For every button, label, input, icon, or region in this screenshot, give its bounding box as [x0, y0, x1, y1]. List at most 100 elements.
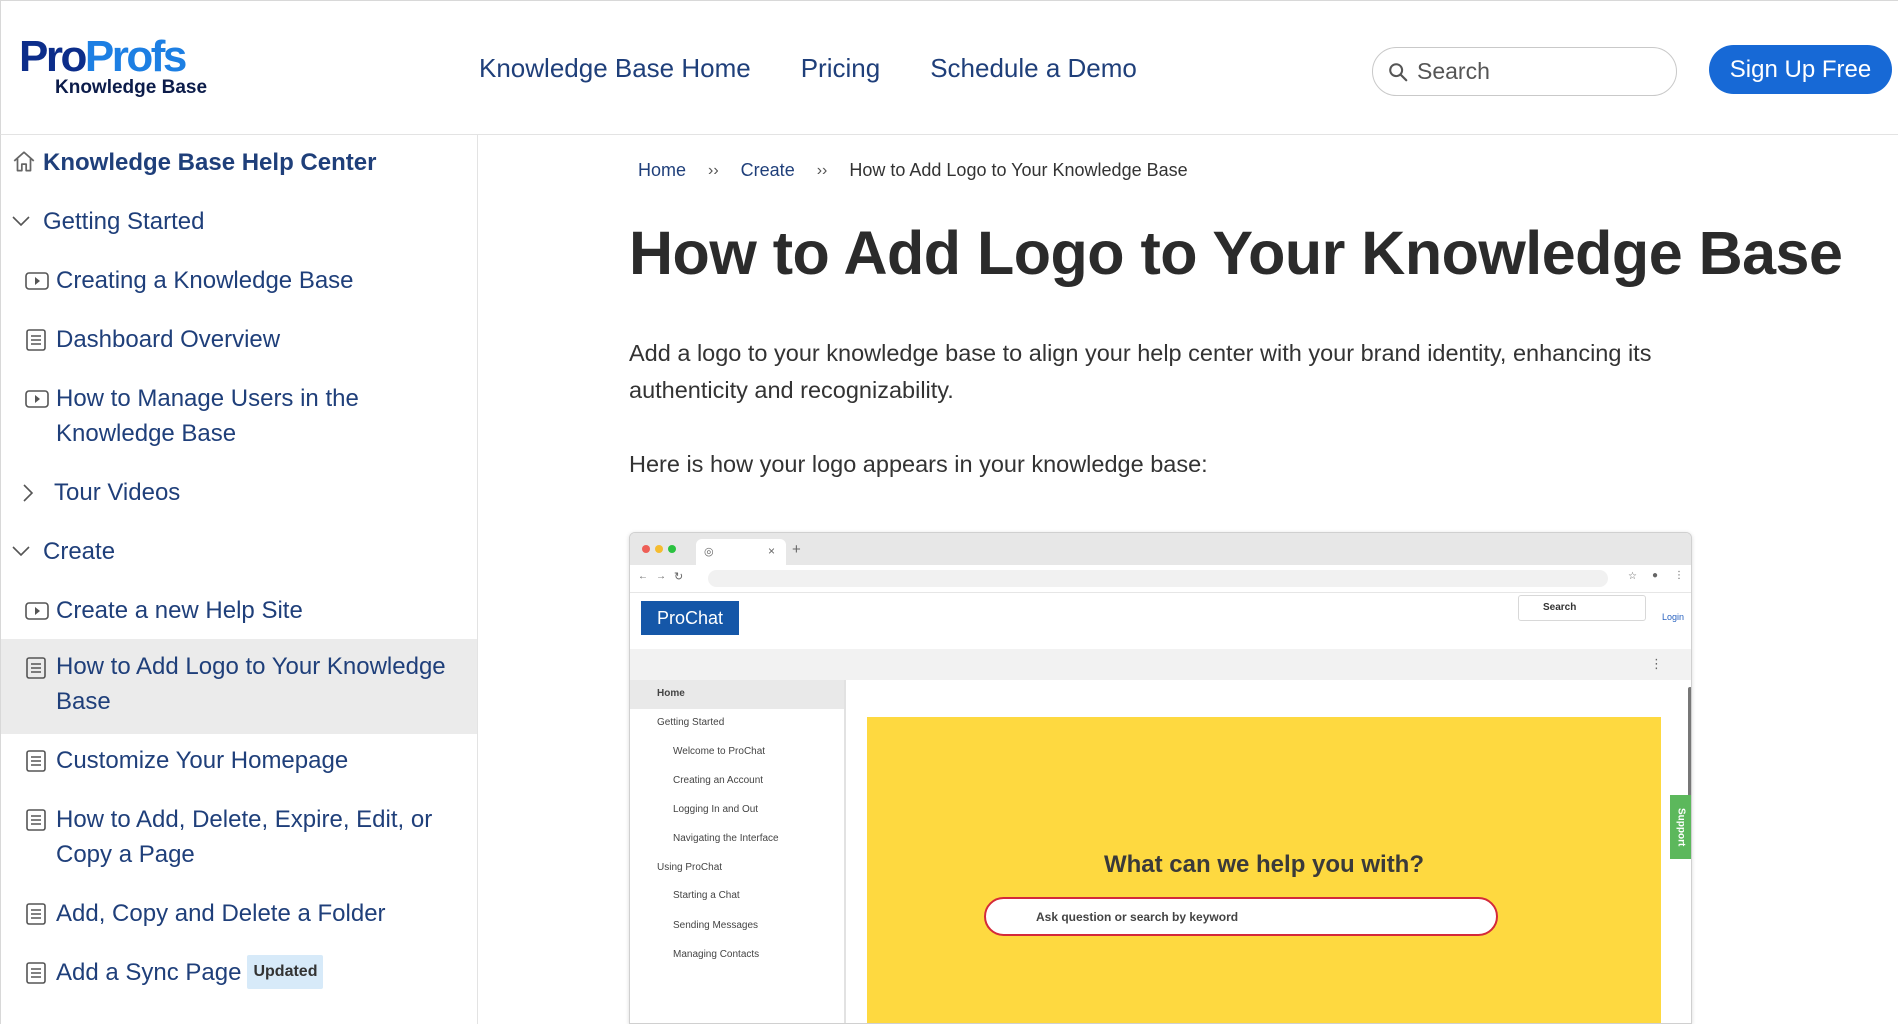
chevron-right-icon [23, 484, 34, 502]
back-arrow-icon: ← [638, 571, 648, 582]
video-icon [25, 390, 49, 408]
sidebar-home-link[interactable]: Knowledge Base Help Center [11, 145, 376, 180]
document-icon [26, 962, 46, 984]
tab-close-icon: × [768, 544, 776, 558]
sidebar-item-label: Create a new Help Site [56, 597, 303, 624]
sidebar-section-create[interactable]: Create [11, 534, 115, 569]
breadcrumb-create[interactable]: Create [741, 160, 795, 181]
forward-arrow-icon: → [656, 571, 666, 582]
browser-menu-icon: ⋮ [1674, 570, 1684, 581]
logo-wordmark: ProProfs [19, 35, 207, 79]
sidebar-item-creating-knowledge-base[interactable]: Creating a Knowledge Base [25, 263, 354, 298]
search-input[interactable] [1417, 58, 1657, 85]
sidebar-item-label: Getting Started [43, 208, 205, 235]
nav-schedule-demo[interactable]: Schedule a Demo [930, 53, 1137, 84]
browser-tab-bar: ◎ × + [630, 533, 1691, 565]
prochat-article: Sending Messages [673, 920, 759, 931]
prochat-article: Logging In and Out [673, 804, 759, 815]
logo-subtitle: Knowledge Base [55, 77, 208, 98]
prochat-hero-title: What can we help you with? [1103, 851, 1424, 878]
prochat-section-label: Getting Started [657, 717, 725, 728]
document-icon [26, 329, 46, 351]
search-box[interactable] [1372, 47, 1677, 96]
site-header: ProProfs Knowledge Base Knowledge Base H… [0, 0, 1898, 135]
document-icon [26, 750, 46, 772]
sidebar-item-label: Add a Sync Page [56, 959, 242, 986]
article-screenshot: ◎ × + ← → ↻ ☆ ● ⋮ ProChat Search Login ⋮… [629, 532, 1692, 1024]
prochat-section-label: Using ProChat [657, 862, 723, 873]
updated-badge: Updated [247, 955, 324, 989]
prochat-logo: ProChat [641, 601, 739, 635]
sidebar: Knowledge Base Help Center Getting Start… [0, 135, 478, 1024]
tab-favicon-icon: ◎ [704, 546, 714, 558]
breadcrumb-home[interactable]: Home [638, 160, 686, 181]
sidebar-item-customize-homepage[interactable]: Customize Your Homepage [25, 743, 348, 778]
sidebar-item-label: How to Manage Users in the Knowledge Bas… [56, 385, 359, 447]
document-icon [26, 657, 46, 679]
prochat-article: Starting a Chat [673, 890, 740, 901]
prochat-search: Search [1518, 595, 1646, 621]
nav-pricing[interactable]: Pricing [801, 53, 880, 84]
sidebar-section-tour-videos[interactable]: Tour Videos [11, 475, 180, 510]
video-icon [25, 272, 49, 290]
prochat-toolbar: ⋮ [630, 649, 1691, 680]
chevron-down-icon [12, 216, 30, 227]
sidebar-item-label: Dashboard Overview [56, 326, 281, 353]
prochat-article: Managing Contacts [673, 949, 760, 960]
breadcrumb-separator: ›› [816, 161, 828, 179]
nav-knowledge-base-home[interactable]: Knowledge Base Home [479, 53, 751, 84]
breadcrumb: Home ›› Create ›› How to Add Logo to You… [638, 160, 1188, 181]
prochat-article: Welcome to ProChat [673, 746, 766, 757]
sidebar-item-label: How to Add, Delete, Expire, Edit, or Cop… [56, 806, 433, 868]
sidebar-item-add-logo[interactable]: How to Add Logo to Your Knowledge Base [1, 639, 477, 734]
window-maximize-dot [668, 545, 676, 553]
sidebar-item-label: Create [43, 538, 116, 565]
profile-icon: ● [1652, 570, 1659, 581]
window-minimize-dot [655, 545, 663, 553]
logo-word-pro: Pro [19, 32, 87, 81]
reload-icon: ↻ [674, 571, 684, 583]
prochat-login: Login [1662, 612, 1685, 622]
logo-word-profs: Profs [84, 32, 187, 81]
search-icon [1389, 62, 1408, 81]
sidebar-item-dashboard-overview[interactable]: Dashboard Overview [25, 322, 280, 357]
browser-address-bar: ← → ↻ ☆ ● ⋮ [630, 565, 1691, 593]
prochat-sidebar: Home Getting Started Welcome to ProChat … [630, 680, 846, 1023]
sign-up-button[interactable]: Sign Up Free [1709, 45, 1892, 94]
sidebar-item-sync-page[interactable]: Add a Sync Page Updated [25, 955, 324, 990]
window-close-dot [642, 545, 650, 553]
sidebar-item-manage-users[interactable]: How to Manage Users in the Knowledge Bas… [25, 381, 445, 451]
sidebar-item-add-delete-page[interactable]: How to Add, Delete, Expire, Edit, or Cop… [25, 802, 445, 872]
prochat-support-tab: Support [1670, 795, 1691, 859]
article-lead: Here is how your logo appears in your kn… [629, 451, 1208, 477]
url-field [708, 570, 1608, 587]
home-icon [13, 151, 35, 172]
document-icon [26, 903, 46, 925]
sidebar-item-create-help-site[interactable]: Create a new Help Site [25, 593, 303, 628]
top-nav: Knowledge Base Home Pricing Schedule a D… [479, 53, 1137, 84]
sidebar-item-folder[interactable]: Add, Copy and Delete a Folder [25, 896, 386, 931]
browser-tab: ◎ × [696, 539, 786, 565]
sidebar-item-label: How to Add Logo to Your Knowledge Base [56, 653, 446, 715]
prochat-hero-search: Ask question or search by keyword [984, 897, 1498, 936]
article-intro: Add a logo to your knowledge base to ali… [629, 340, 1652, 403]
prochat-home-label: Home [657, 688, 685, 699]
new-tab-icon: + [792, 541, 801, 558]
prochat-article: Navigating the Interface [673, 833, 779, 844]
prochat-scrollbar [1688, 687, 1691, 797]
prochat-sidebar-home: Home [630, 680, 844, 709]
sidebar-item-label: Creating a Knowledge Base [56, 267, 354, 294]
breadcrumb-separator: ›› [708, 161, 719, 179]
proprofs-logo[interactable]: ProProfs Knowledge Base [19, 35, 207, 99]
kebab-menu-icon: ⋮ [1650, 656, 1663, 671]
sidebar-item-label: Tour Videos [54, 479, 181, 506]
sidebar-section-getting-started[interactable]: Getting Started [11, 204, 204, 239]
page-title: How to Add Logo to Your Knowledge Base [629, 219, 1843, 287]
sidebar-home-label: Knowledge Base Help Center [43, 149, 377, 176]
document-icon [26, 809, 46, 831]
star-icon: ☆ [1628, 571, 1637, 582]
breadcrumb-current: How to Add Logo to Your Knowledge Base [849, 160, 1188, 180]
sidebar-item-label: Customize Your Homepage [56, 747, 349, 774]
prochat-article: Creating an Account [673, 775, 764, 786]
chevron-down-icon [12, 546, 30, 557]
